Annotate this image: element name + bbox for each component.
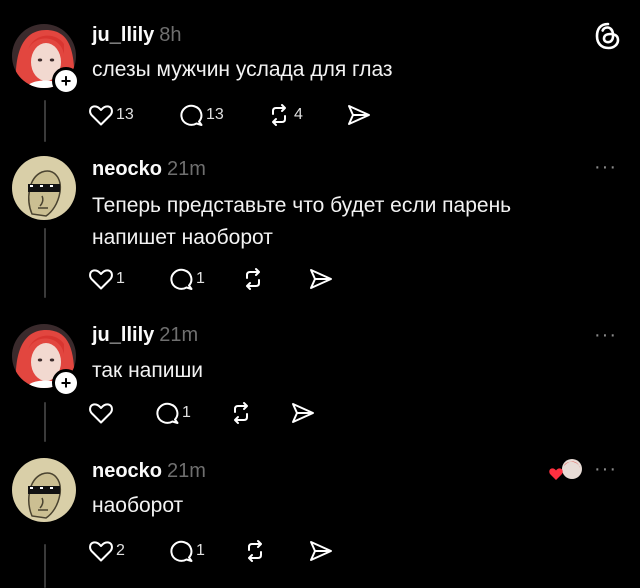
post-text-line: так напиши [92,359,204,382]
post-actions: 2 1 [88,538,334,564]
post-text-line: наоборот [92,494,184,517]
heart-icon [89,269,113,290]
timestamp: 21m [167,460,206,482]
repost-button[interactable] [240,267,308,291]
username[interactable]: ju_llily [92,24,154,46]
share-icon [310,269,332,289]
comment-icon [156,402,179,424]
share-icon [292,403,314,423]
comment-button[interactable]: 1 [154,401,228,425]
repost-icon [246,268,260,290]
more-options-icon[interactable]: ··· [594,458,617,481]
threads-logo-icon[interactable] [594,22,622,50]
comment-button[interactable]: 1 [168,539,242,563]
comment-icon [170,268,193,290]
thread-line [44,402,46,442]
share-icon [348,105,370,125]
post-text: слезы мужчин услада для глаз [92,54,393,86]
comment-button[interactable]: 13 [178,103,266,127]
timestamp: 21m [167,158,206,180]
heart-icon [89,541,113,562]
like-button[interactable]: 1 [88,267,168,291]
avatar[interactable] [12,458,76,522]
post-actions: 1 1 [88,266,334,292]
like-button[interactable] [88,401,154,425]
username[interactable]: ju_llily [92,324,154,346]
share-button[interactable] [308,267,334,291]
post-header: neocko 21m [92,158,206,181]
share-button[interactable] [308,539,334,563]
timestamp: 21m [159,324,199,346]
repost-icon [234,402,248,424]
more-options-icon[interactable]: ··· [594,324,617,347]
repost-icon [272,104,286,126]
comment-count: 1 [196,270,205,287]
timestamp: 8h [159,24,182,46]
username[interactable]: neocko [92,158,162,180]
comment-button[interactable]: 1 [168,267,240,291]
repost-button[interactable] [228,401,290,425]
follow-badge-icon[interactable]: + [52,67,80,95]
more-options-icon[interactable]: ··· [594,156,617,179]
share-button[interactable] [346,103,372,127]
post-text-line: напишет наоборот [92,226,273,249]
thread-line [44,100,46,142]
like-count: 1 [116,270,125,287]
thread-line [44,544,46,588]
username[interactable]: neocko [92,460,162,482]
follow-badge-icon[interactable]: + [52,369,80,397]
post-actions: 1 [88,400,316,426]
post-text: так напиши [92,355,203,387]
comment-count: 1 [182,404,191,421]
avatar[interactable] [12,156,76,220]
post-text-line: слезы мужчин услада для глаз [92,58,393,81]
thread-line [44,228,46,298]
comment-icon [170,540,193,562]
post-text-line: Теперь представьте что будет если парень [92,194,512,217]
post-header: neocko 21m [92,460,206,483]
like-count: 2 [116,542,125,559]
repost-icon [248,540,262,562]
comment-count: 13 [206,106,224,123]
liked-by-author-icon [549,459,582,480]
comment-icon [180,104,203,126]
post-actions: 13 13 4 [88,102,372,128]
post-header: ju_llily 8h [92,24,182,47]
like-button[interactable]: 2 [88,539,168,563]
repost-button[interactable]: 4 [266,103,346,127]
repost-button[interactable] [242,539,308,563]
post-header: ju_llily 21m [92,324,198,347]
post-text: наоборот [92,490,183,522]
like-count: 13 [116,106,134,123]
share-icon [310,541,332,561]
comment-count: 1 [196,542,205,559]
like-button[interactable]: 13 [88,103,178,127]
heart-icon [89,105,113,126]
share-button[interactable] [290,401,316,425]
post-text: Теперь представьте что будет если парень… [92,190,511,254]
heart-icon [89,403,113,424]
repost-count: 4 [294,106,303,123]
